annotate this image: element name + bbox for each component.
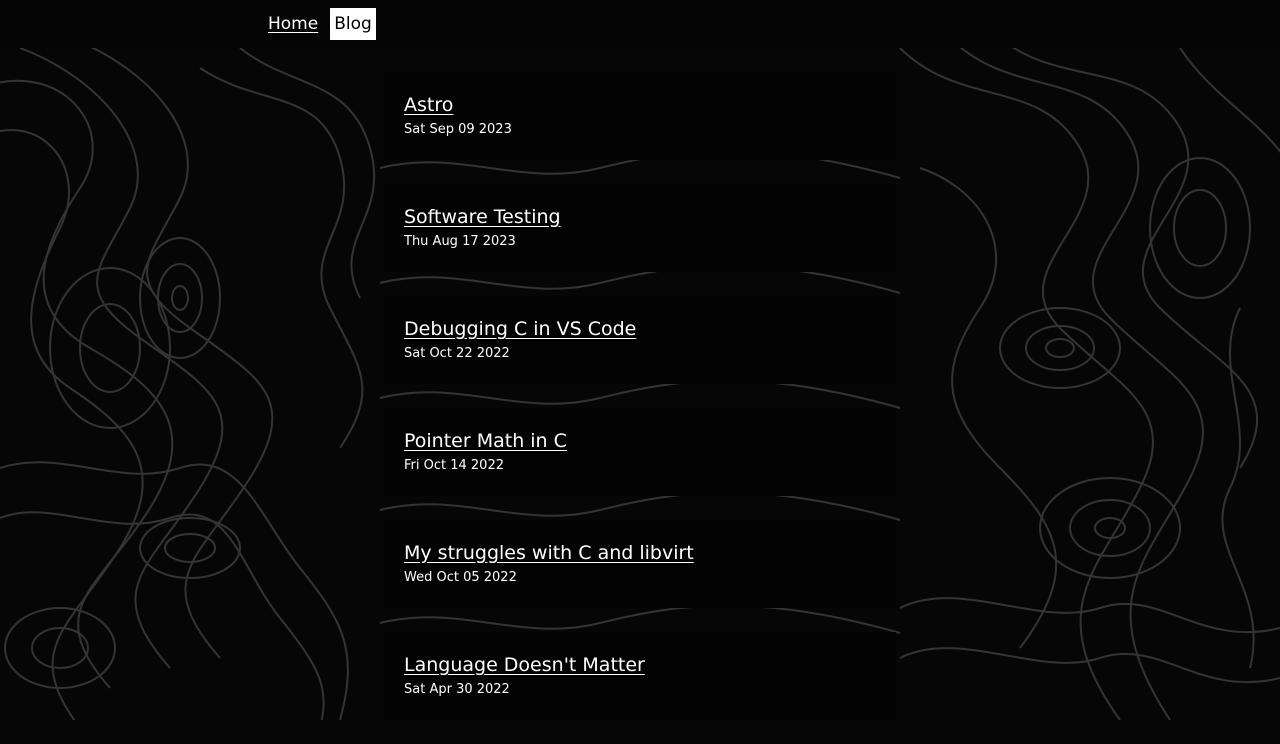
post-card: Software Testing Thu Aug 17 2023 — [384, 184, 896, 272]
post-date: Thu Aug 17 2023 — [404, 234, 516, 249]
post-card: Language Doesn't Matter Sat Apr 30 2022 — [384, 632, 896, 720]
post-card: Astro Sat Sep 09 2023 — [384, 72, 896, 160]
post-title-link[interactable]: Language Doesn't Matter — [404, 652, 876, 678]
nav-blog-link[interactable]: Blog — [330, 8, 376, 40]
main-nav: Home Blog — [268, 8, 376, 40]
post-list: Astro Sat Sep 09 2023 Software Testing T… — [384, 72, 896, 744]
post-date: Sat Oct 22 2022 — [404, 346, 510, 361]
post-date: Sat Sep 09 2023 — [404, 122, 512, 137]
post-date: Wed Oct 05 2022 — [404, 570, 517, 585]
post-card: My struggles with C and libvirt Wed Oct … — [384, 520, 896, 608]
post-title-link[interactable]: Debugging C in VS Code — [404, 316, 876, 342]
top-nav-bar: Home Blog — [0, 0, 1280, 48]
post-date: Sat Apr 30 2022 — [404, 682, 510, 697]
post-date: Fri Oct 14 2022 — [404, 458, 504, 473]
post-title-link[interactable]: Astro — [404, 92, 876, 118]
nav-home-link[interactable]: Home — [268, 14, 318, 34]
post-title-link[interactable]: Pointer Math in C — [404, 428, 876, 454]
post-card: Pointer Math in C Fri Oct 14 2022 — [384, 408, 896, 496]
post-card: Debugging C in VS Code Sat Oct 22 2022 — [384, 296, 896, 384]
post-title-link[interactable]: My struggles with C and libvirt — [404, 540, 876, 566]
post-title-link[interactable]: Software Testing — [404, 204, 876, 230]
